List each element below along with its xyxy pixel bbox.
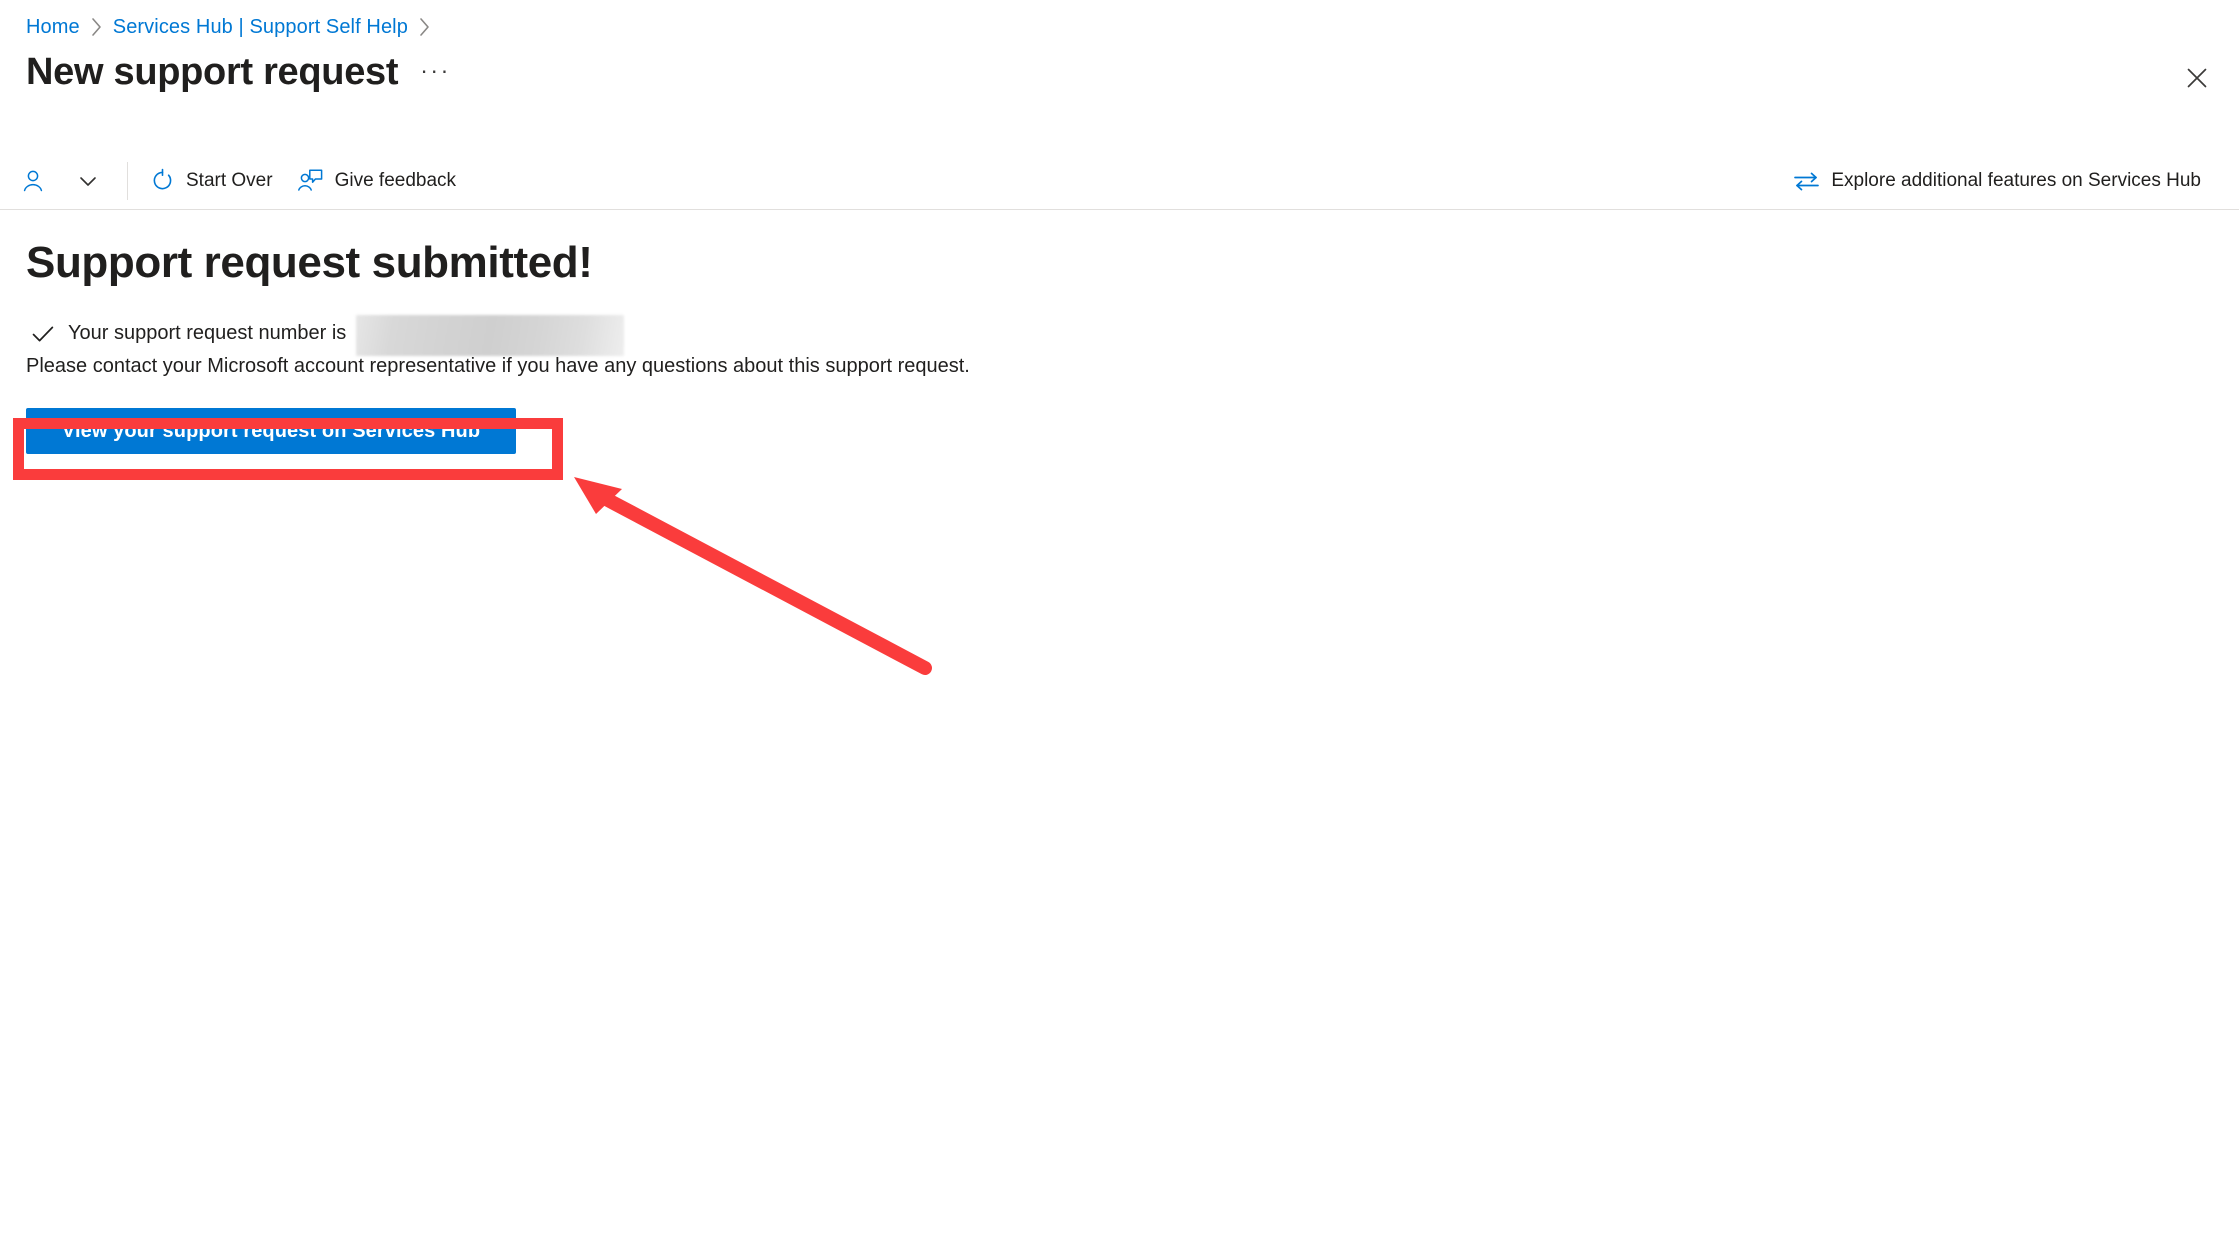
submitted-heading: Support request submitted! <box>26 238 593 287</box>
contact-paragraph: Please contact your Microsoft account re… <box>26 355 970 377</box>
request-number-line: Your support request number is <box>32 313 625 356</box>
give-feedback-label: Give feedback <box>334 169 457 191</box>
start-over-label: Start Over <box>186 169 273 191</box>
request-number-label: Your support request number is <box>68 322 347 344</box>
command-bar-left: Start Over Give feedback <box>0 152 468 209</box>
persona-dropdown-button[interactable] <box>71 159 117 203</box>
refresh-icon <box>150 168 175 193</box>
swap-arrows-icon <box>1793 170 1820 192</box>
chevron-right-icon <box>90 17 103 37</box>
chevron-down-icon <box>77 170 99 192</box>
give-feedback-button[interactable]: Give feedback <box>285 159 468 203</box>
annotation-arrow <box>560 465 980 695</box>
breadcrumb: Home Services Hub | Support Self Help <box>26 13 441 41</box>
page-title-row: New support request ··· <box>26 51 451 94</box>
breadcrumb-item-services-hub[interactable]: Services Hub | Support Self Help <box>113 16 408 39</box>
explore-features-button[interactable]: Explore additional features on Services … <box>1781 159 2213 203</box>
breadcrumb-item-home[interactable]: Home <box>26 16 80 39</box>
page-title: New support request <box>26 51 399 93</box>
explore-features-label: Explore additional features on Services … <box>1831 169 2201 191</box>
view-support-request-button[interactable]: View your support request on Services Hu… <box>26 408 516 454</box>
command-bar-divider <box>127 161 128 200</box>
start-over-button[interactable]: Start Over <box>138 159 285 203</box>
command-bar: Start Over Give feedback Explore additio… <box>0 152 2239 210</box>
persona-button[interactable] <box>0 159 71 203</box>
request-number-redacted-value <box>356 315 625 356</box>
command-bar-right: Explore additional features on Services … <box>1781 152 2239 209</box>
feedback-person-icon <box>297 168 324 194</box>
person-icon <box>20 168 46 194</box>
checkmark-icon <box>32 325 54 343</box>
close-button[interactable] <box>2175 58 2219 102</box>
more-options-ellipsis[interactable]: ··· <box>420 57 450 84</box>
close-icon <box>2186 67 2208 94</box>
chevron-right-icon-2 <box>418 17 431 37</box>
